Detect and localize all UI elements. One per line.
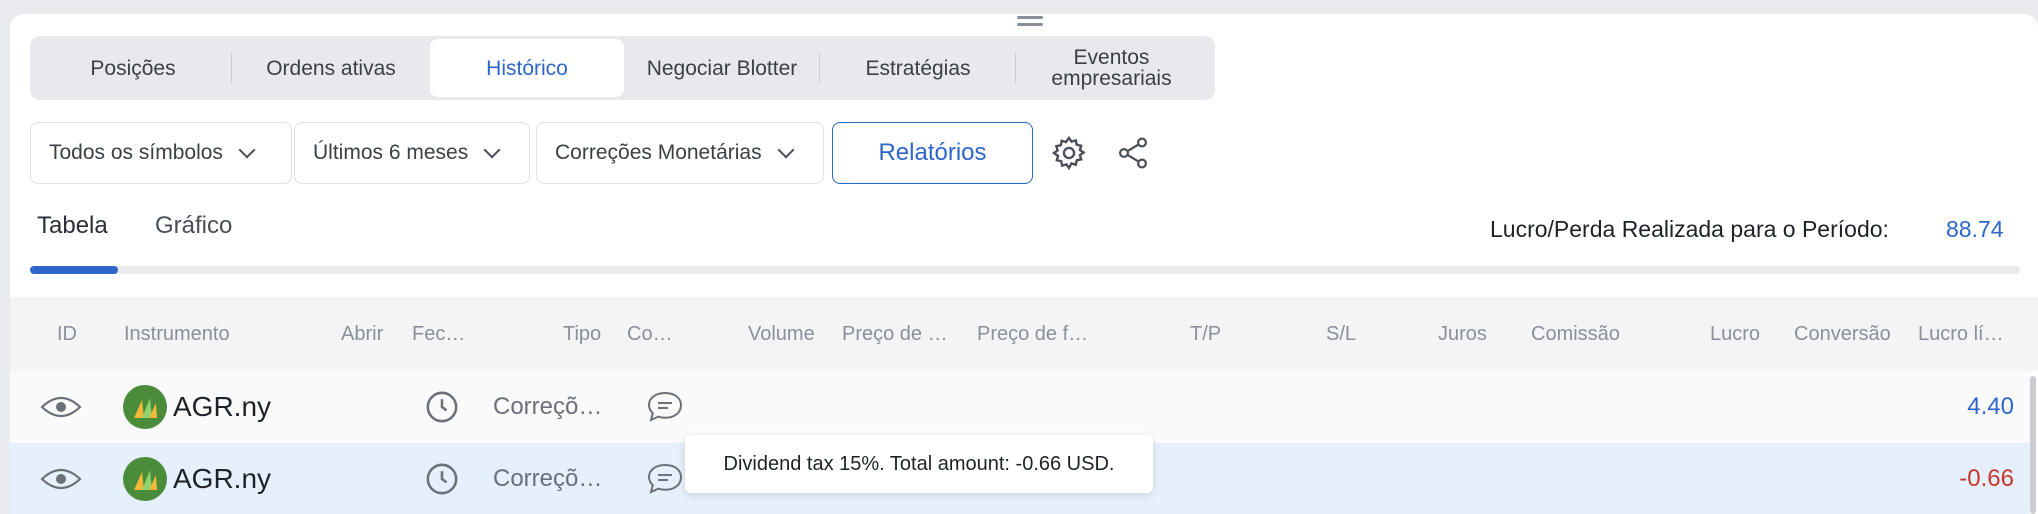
period-filter-label: Últimos 6 meses bbox=[313, 141, 469, 164]
net-profit-cell: 4.40 bbox=[1967, 393, 2014, 420]
col-volume[interactable]: Volume bbox=[748, 323, 815, 346]
eye-icon[interactable] bbox=[40, 371, 82, 443]
instrument-logo bbox=[123, 371, 167, 443]
chevron-down-icon bbox=[483, 141, 501, 159]
comment-icon[interactable] bbox=[646, 371, 684, 443]
vertical-scrollbar[interactable] bbox=[2030, 376, 2036, 514]
tab-corporate-events[interactable]: Eventos empresariais bbox=[1016, 39, 1207, 97]
col-open[interactable]: Abrir bbox=[341, 323, 383, 346]
col-open-price[interactable]: Preço de … bbox=[842, 323, 948, 346]
clock-icon bbox=[425, 371, 459, 443]
col-profit[interactable]: Lucro bbox=[1710, 323, 1760, 346]
gear-icon[interactable] bbox=[1048, 132, 1090, 174]
symbols-filter-label: Todos os símbolos bbox=[49, 141, 223, 164]
tab-active-orders[interactable]: Ordens ativas bbox=[232, 39, 430, 97]
net-profit-cell: -0.66 bbox=[1959, 465, 2014, 492]
col-type[interactable]: Tipo bbox=[563, 323, 601, 346]
comment-icon[interactable] bbox=[646, 443, 684, 514]
period-filter[interactable]: Últimos 6 meses bbox=[294, 122, 530, 184]
share-icon[interactable] bbox=[1112, 132, 1154, 174]
table-header: ID Instrumento Abrir Fec… Tipo Co… Volum… bbox=[10, 297, 2038, 371]
chevron-down-icon bbox=[238, 141, 256, 159]
period-pnl-label: Lucro/Perda Realizada para o Período: bbox=[1490, 216, 1889, 242]
table-row[interactable]: AGR.ny Correçõ… 4.40 bbox=[10, 371, 2030, 443]
col-conversion[interactable]: Conversão bbox=[1794, 323, 1891, 346]
period-pnl-value: 88.74 bbox=[1946, 216, 2004, 242]
tab-chart[interactable]: Gráfico bbox=[155, 212, 232, 240]
tab-table[interactable]: Tabela bbox=[37, 212, 108, 240]
instrument-logo bbox=[123, 443, 167, 514]
col-comment[interactable]: Co… bbox=[627, 323, 673, 346]
col-id[interactable]: ID bbox=[57, 323, 77, 346]
instrument-symbol: AGR.ny bbox=[173, 391, 272, 422]
col-instrument[interactable]: Instrumento bbox=[124, 323, 230, 346]
col-close-price[interactable]: Preço de f… bbox=[977, 323, 1088, 346]
type-filter[interactable]: Correções Monetárias bbox=[536, 122, 824, 184]
tab-strategies[interactable]: Estratégias bbox=[820, 39, 1016, 97]
instrument-symbol: AGR.ny bbox=[173, 463, 272, 494]
drag-handle-icon[interactable] bbox=[1017, 16, 1043, 30]
clock-icon bbox=[425, 443, 459, 514]
comment-tooltip: Dividend tax 15%. Total amount: -0.66 US… bbox=[685, 435, 1153, 493]
col-close[interactable]: Fec… bbox=[412, 323, 465, 346]
tab-indicator bbox=[30, 266, 118, 274]
main-tabs: Posições Ordens ativas Histórico Negocia… bbox=[30, 36, 1215, 100]
type-cell: Correçõ… bbox=[493, 393, 603, 420]
tab-positions[interactable]: Posições bbox=[34, 39, 232, 97]
col-commission[interactable]: Comissão bbox=[1531, 323, 1620, 346]
history-panel: Posições Ordens ativas Histórico Negocia… bbox=[10, 14, 2038, 514]
reports-button[interactable]: Relatórios bbox=[832, 122, 1033, 184]
tab-indicator-track bbox=[30, 266, 2020, 274]
chevron-down-icon bbox=[777, 141, 795, 159]
tab-trade-blotter[interactable]: Negociar Blotter bbox=[624, 39, 820, 97]
type-filter-label: Correções Monetárias bbox=[555, 141, 762, 164]
col-tp[interactable]: T/P bbox=[1190, 323, 1221, 346]
tab-history[interactable]: Histórico bbox=[430, 39, 624, 97]
col-interest[interactable]: Juros bbox=[1438, 323, 1487, 346]
eye-icon[interactable] bbox=[40, 443, 82, 514]
symbols-filter[interactable]: Todos os símbolos bbox=[30, 122, 292, 184]
col-net-profit[interactable]: Lucro lí… bbox=[1918, 323, 2004, 346]
col-sl[interactable]: S/L bbox=[1326, 323, 1356, 346]
type-cell: Correçõ… bbox=[493, 465, 603, 492]
